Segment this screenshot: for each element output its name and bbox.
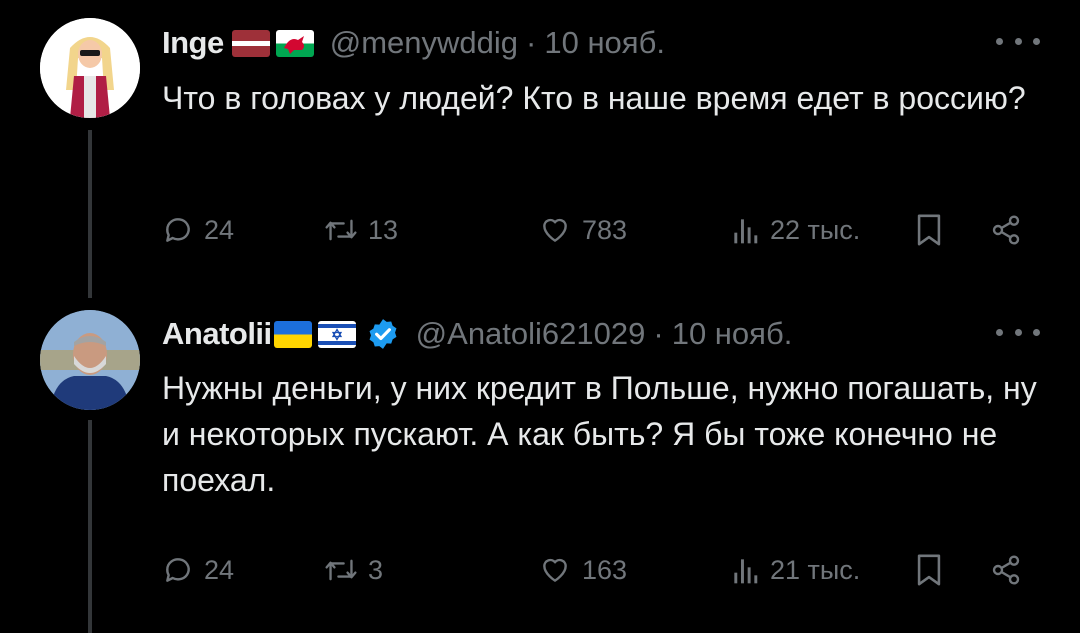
views-count: 21 тыс. (770, 554, 861, 585)
author-name[interactable]: Anatolii (162, 316, 272, 352)
share-button[interactable] (990, 554, 1022, 586)
tweet-text: Что в головах у людей? Кто в наше время … (162, 80, 1026, 116)
views-count: 22 тыс. (770, 214, 861, 245)
bookmark-icon (917, 214, 941, 246)
flag-emojis (231, 29, 320, 57)
bookmark-icon (917, 554, 941, 586)
author-name[interactable]: Inge (162, 25, 224, 61)
share-button[interactable] (990, 214, 1022, 246)
retweet-button[interactable]: 13 (324, 214, 398, 246)
avatar[interactable] (40, 310, 140, 410)
retweet-icon (325, 559, 357, 581)
reply-icon (166, 218, 190, 242)
tweet-actions: 24 13 783 22 тыс. (162, 210, 1040, 250)
ukraine-flag-icon (273, 320, 312, 348)
author-handle[interactable]: @menywddig (330, 25, 518, 61)
thread-line (88, 130, 92, 298)
tweet-actions: 24 3 163 21 тыс. (162, 550, 1040, 590)
like-icon (543, 218, 567, 242)
like-count: 783 (582, 214, 628, 245)
more-icon[interactable] (996, 29, 1040, 53)
verified-icon (369, 319, 397, 349)
reply-count: 24 (204, 214, 235, 245)
bookmark-button[interactable] (914, 213, 944, 247)
flag-emojis (273, 320, 362, 348)
retweet-button[interactable]: 3 (324, 554, 383, 586)
views-button[interactable]: 22 тыс. (730, 214, 860, 246)
retweet-icon (325, 219, 357, 241)
retweet-count: 3 (368, 554, 384, 585)
meta-separator: · (653, 316, 664, 351)
wales-flag-icon (275, 29, 314, 57)
tweet[interactable]: Anatolii @Anatoli621029 · 10 нояб. Нужны… (0, 300, 1080, 633)
reply-icon (166, 558, 190, 582)
thread-line (88, 420, 92, 633)
views-icon (734, 559, 758, 584)
like-count: 163 (582, 554, 628, 585)
more-icon[interactable] (996, 320, 1040, 344)
reply-button[interactable]: 24 (162, 554, 234, 586)
like-icon (543, 558, 567, 582)
avatar[interactable] (40, 18, 140, 118)
views-icon (734, 219, 758, 244)
reply-count: 24 (204, 554, 235, 585)
tweet-header: Anatolii @Anatoli621029 · 10 нояб. (162, 312, 1040, 356)
tweet-header: Inge @menywddig · 10 нояб. (162, 21, 1040, 65)
israel-flag-icon (317, 320, 356, 348)
author-handle[interactable]: @Anatoli621029 (416, 316, 646, 352)
share-icon (992, 215, 1020, 245)
like-button[interactable]: 163 (538, 554, 627, 586)
share-icon (992, 555, 1020, 585)
tweet[interactable]: Inge @menywddig · 10 нояб. Что в головах… (0, 0, 1080, 300)
views-button[interactable]: 21 тыс. (730, 554, 860, 586)
reply-button[interactable]: 24 (162, 214, 234, 246)
bookmark-button[interactable] (914, 553, 944, 587)
tweet-date[interactable]: 10 нояб. (672, 316, 793, 352)
latvia-flag-icon (231, 29, 270, 57)
like-button[interactable]: 783 (538, 214, 627, 246)
tweet-date[interactable]: 10 нояб. (544, 25, 665, 61)
tweet-text: Нужны деньги, у них кредит в Польше, нуж… (162, 370, 1037, 498)
retweet-count: 13 (368, 214, 399, 245)
meta-separator: · (526, 25, 537, 60)
